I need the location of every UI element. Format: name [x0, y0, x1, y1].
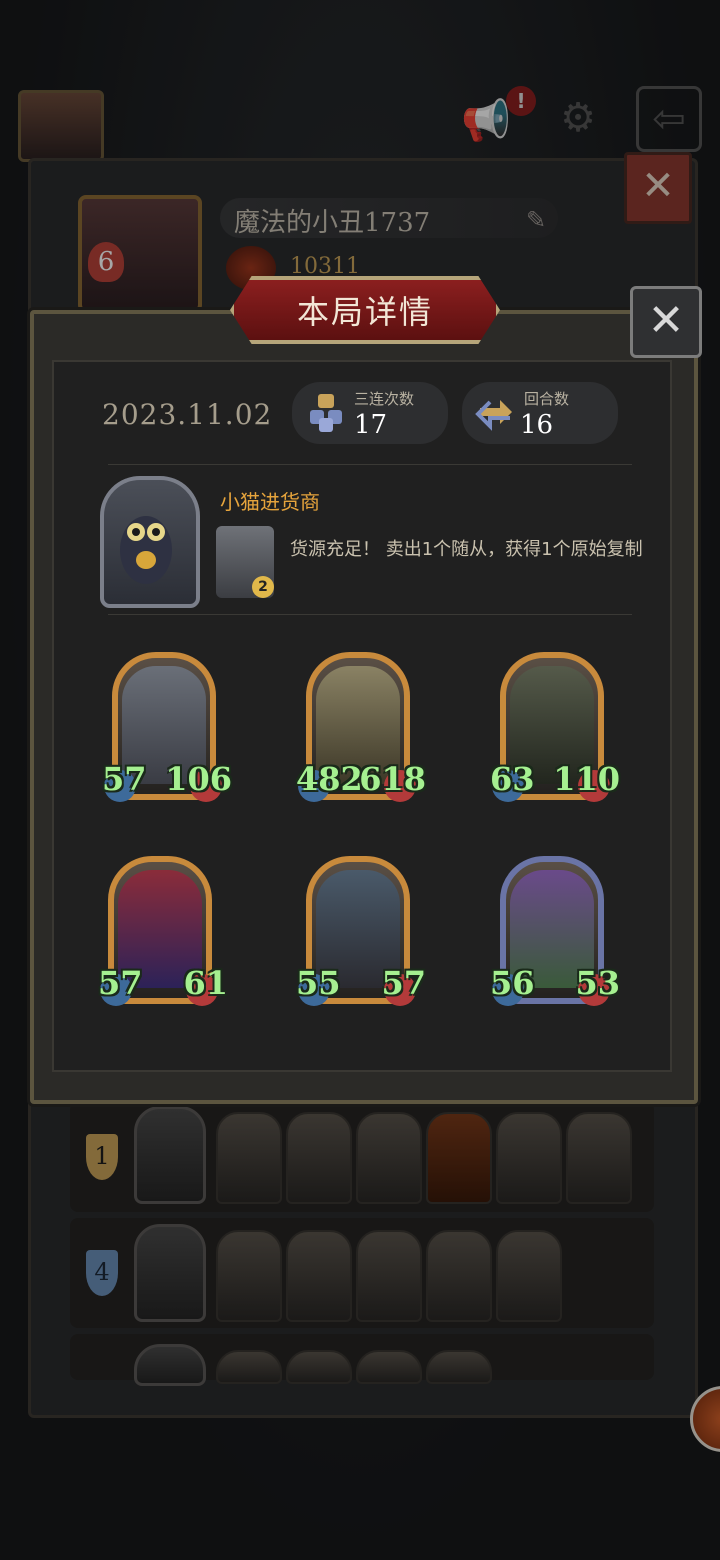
unit-health: 53 [575, 964, 620, 1002]
unit-health: 618 [359, 760, 426, 798]
unit-attack: 55 [296, 964, 341, 1002]
rounds-icon [474, 392, 516, 434]
triple-count-value: 17 [354, 410, 388, 440]
hero-name: 小猫进货商 [220, 490, 320, 514]
triple-count-label: 三连次数 [354, 390, 415, 408]
unit-attack: 482 [296, 760, 363, 798]
unit-attack: 63 [490, 760, 535, 798]
unit-health: 110 [553, 760, 620, 798]
unit-health: 57 [381, 964, 426, 1002]
unit-card[interactable]: 55 57 [296, 856, 426, 1006]
hero-portrait [100, 476, 200, 608]
modal-title: 本局详情 [296, 293, 433, 331]
unit-attack: 56 [490, 964, 535, 1002]
match-date: 2023.11.02 [102, 398, 273, 431]
round-count-value: 16 [520, 410, 554, 440]
modal-title-banner: 本局详情 [230, 276, 500, 344]
round-count-label: 回合数 [524, 390, 570, 408]
unit-card[interactable]: 63 110 [490, 652, 620, 802]
unit-card[interactable]: 482 618 [296, 652, 426, 802]
unit-health: 106 [165, 760, 232, 798]
skill-description: 货源充足！ 卖出1个随从，获得1个原始复制 [290, 539, 643, 560]
unit-card[interactable]: 57 61 [98, 856, 228, 1006]
triple-icon [306, 392, 348, 434]
close-button[interactable]: ✕ [630, 286, 702, 358]
unit-card[interactable]: 57 106 [102, 652, 232, 802]
unit-attack: 57 [98, 964, 143, 1002]
unit-attack: 57 [102, 760, 147, 798]
divider [108, 464, 632, 465]
unit-card[interactable]: 56 53 [490, 856, 620, 1006]
skill-level-badge: 2 [252, 576, 274, 598]
unit-health: 61 [183, 964, 228, 1002]
divider [108, 614, 632, 615]
